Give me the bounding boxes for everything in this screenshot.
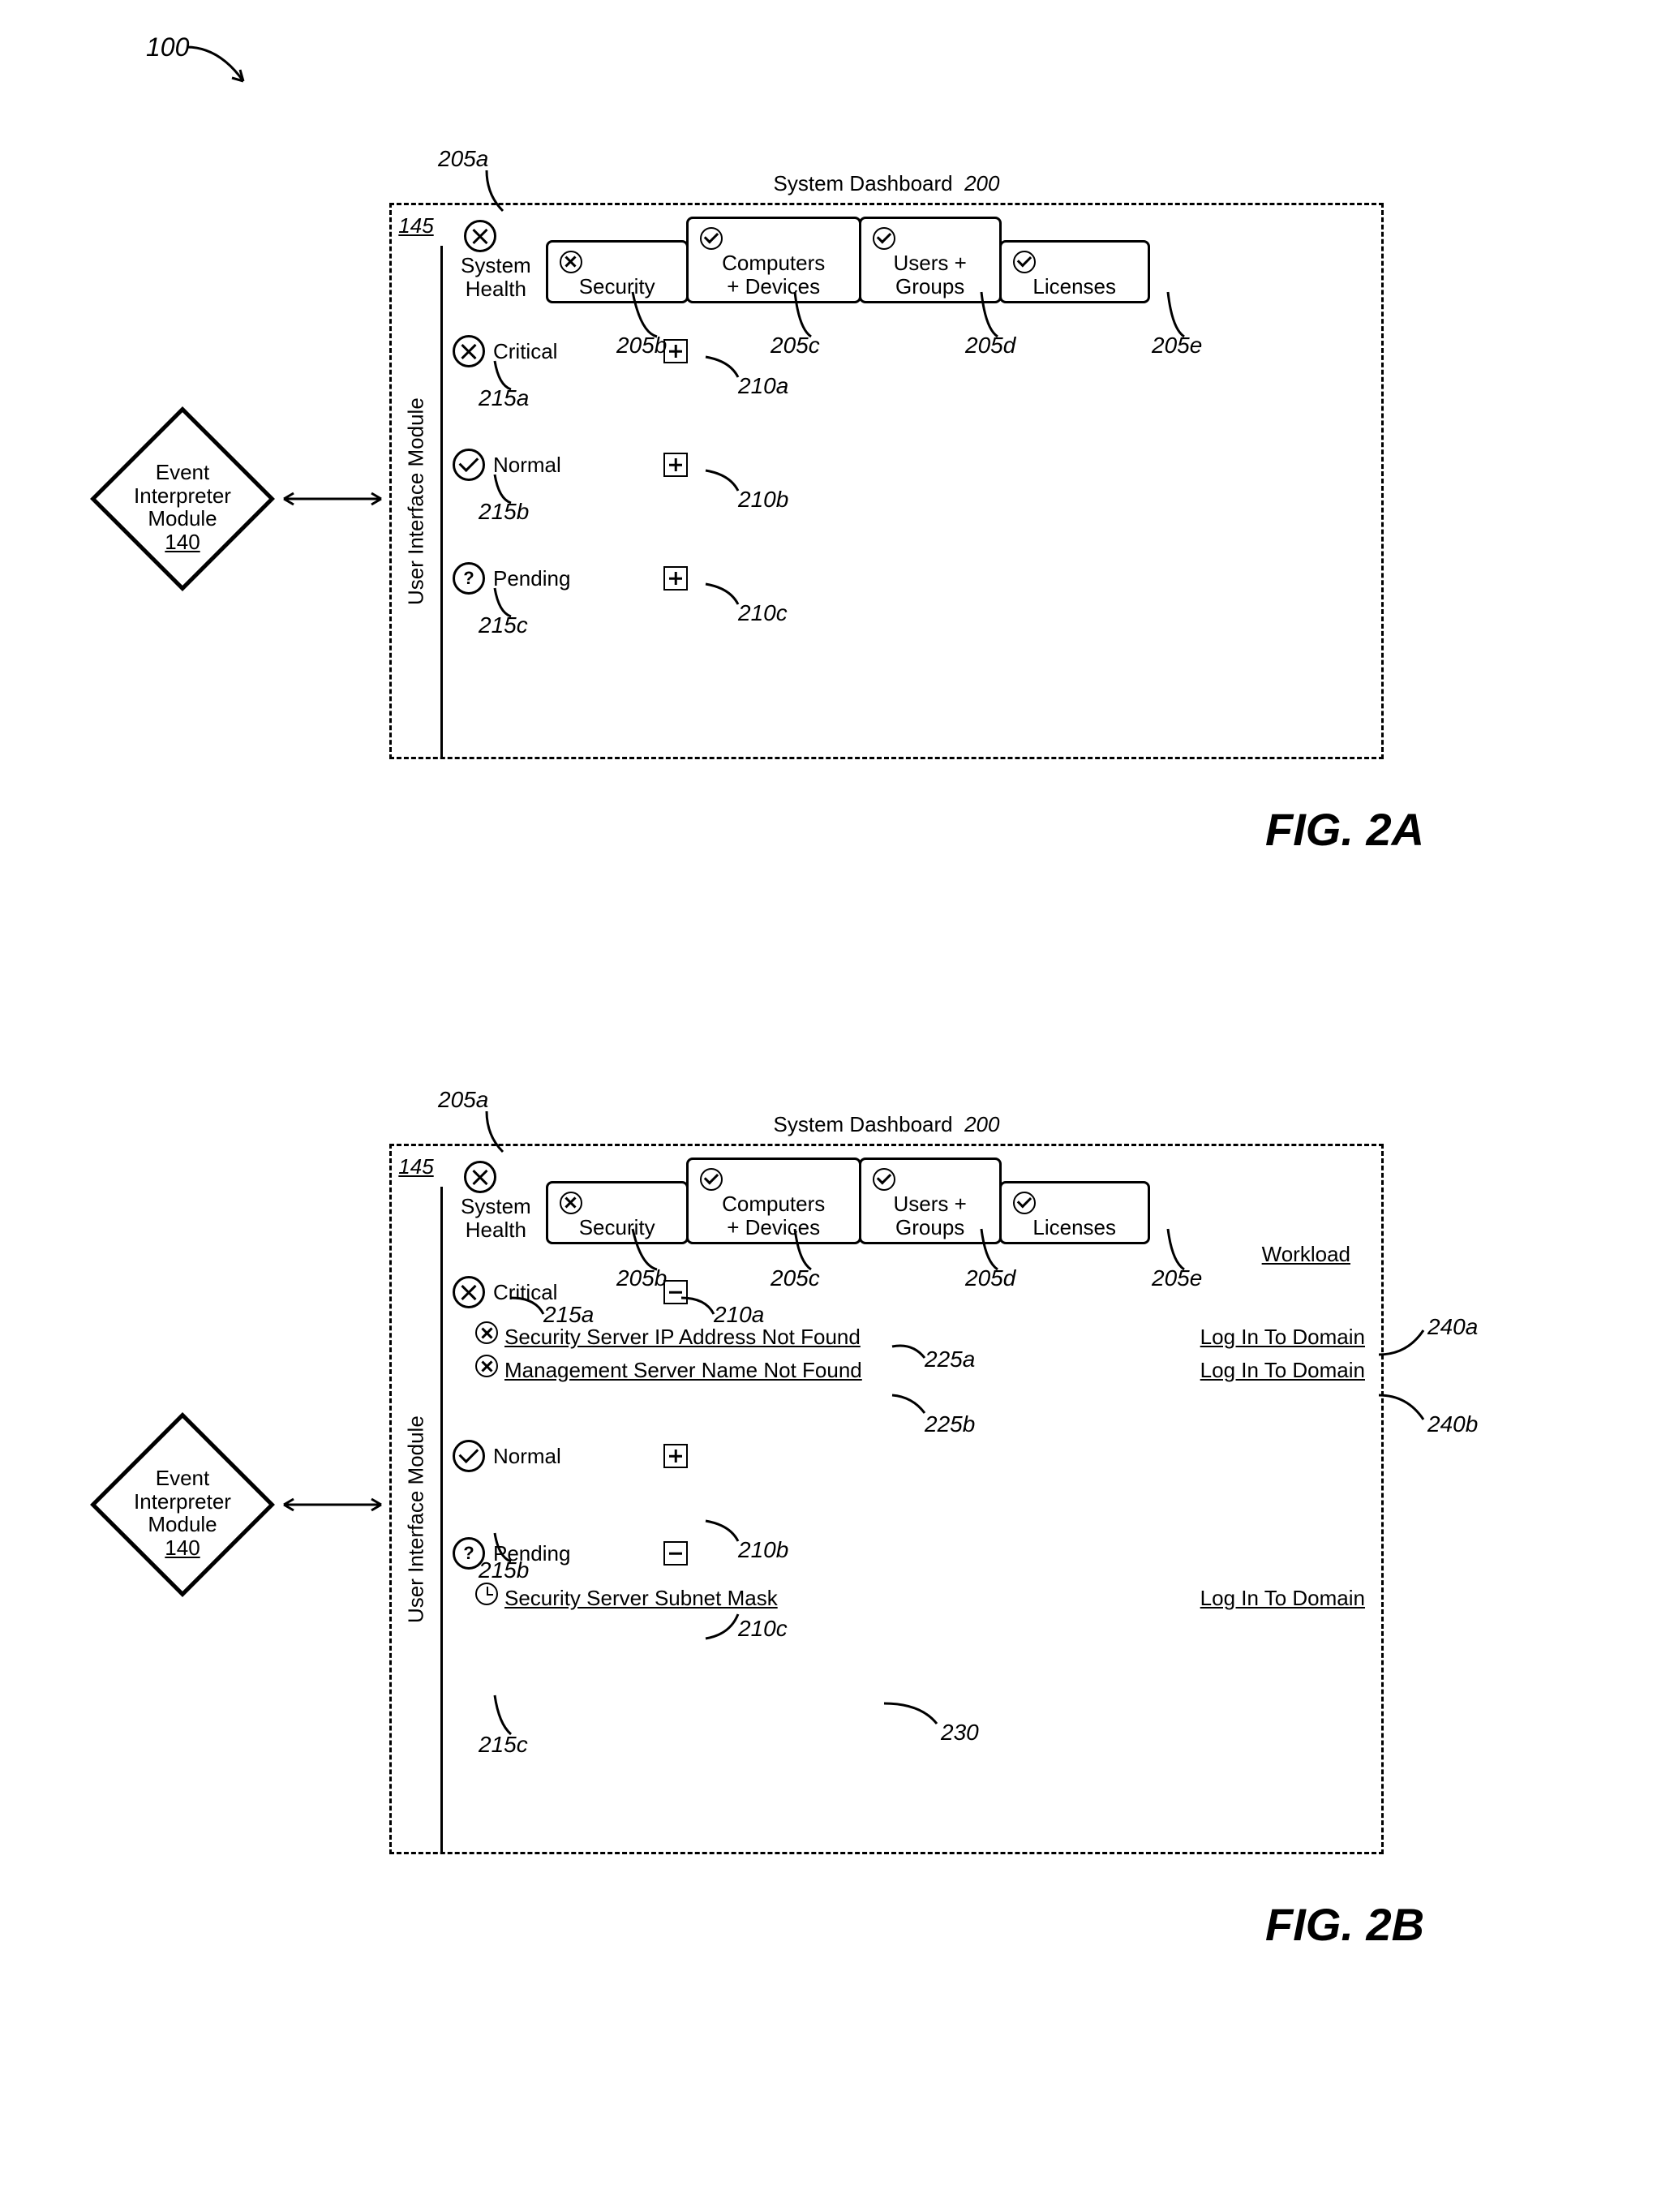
expand-normal-b[interactable]	[663, 1444, 688, 1468]
critical-child-icon	[475, 1321, 498, 1344]
critical-child-icon	[475, 1355, 498, 1377]
normal-label-b: Normal	[493, 1444, 582, 1469]
c205a-b: 205a	[438, 1087, 488, 1113]
page-ref-100: 100	[146, 32, 189, 62]
eim-num: 140	[165, 530, 200, 554]
tab-users-label: Users + Groups	[894, 251, 967, 299]
eim-line1: Event	[156, 460, 210, 484]
uim-num-a: 145	[392, 213, 440, 238]
critical-icon-b	[453, 1276, 485, 1308]
normal-icon	[453, 449, 485, 481]
critical-child1-workload[interactable]: Log In To Domain	[1200, 1358, 1365, 1383]
tab-computers-label: Computers + Devices	[722, 251, 825, 299]
pending-child0-workload[interactable]: Log In To Domain	[1200, 1586, 1365, 1611]
critical-label-a: Critical	[493, 339, 582, 364]
fig-2b-label: FIG. 2B	[1265, 1898, 1424, 1951]
uim-strip-a: User Interface Module	[392, 246, 443, 757]
eim-line2: Interpreter	[134, 483, 231, 508]
c205a-a: 205a	[438, 146, 488, 172]
tab-users-groups[interactable]: Users + Groups	[859, 217, 1002, 303]
uim-strip-b: User Interface Module	[392, 1187, 443, 1852]
uim-num-b: 145	[392, 1154, 440, 1179]
normal-icon-b	[453, 1440, 485, 1472]
critical-icon	[453, 335, 485, 367]
fig-2a-label: FIG. 2A	[1265, 803, 1424, 856]
uim-text-b: User Interface Module	[392, 1187, 440, 1852]
uim-text-a: User Interface Module	[392, 246, 440, 757]
event-interpreter-module-a: Event Interpreter Module 140	[89, 406, 276, 592]
pending-icon: ?	[453, 562, 485, 595]
eim-line3: Module	[148, 506, 217, 530]
event-interpreter-module-b: Event Interpreter Module 140	[89, 1411, 276, 1598]
